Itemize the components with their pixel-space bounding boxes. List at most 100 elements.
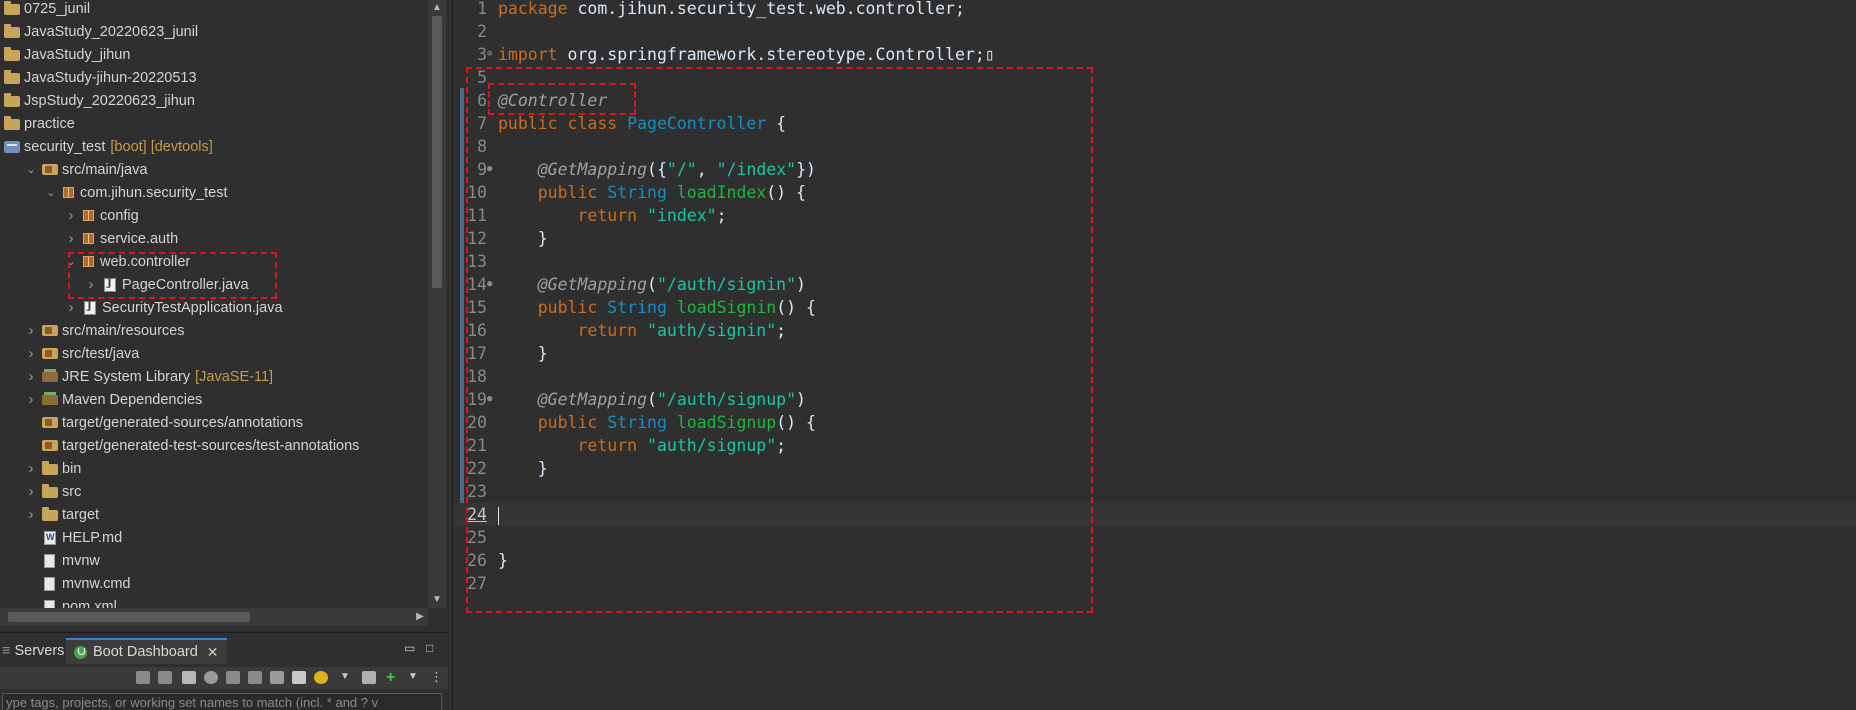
fold-expand-icon[interactable]: ⊕ <box>487 43 497 66</box>
tree-item[interactable]: mvnw.cmd <box>0 572 428 595</box>
tree-item[interactable]: › src/test/java <box>0 342 428 365</box>
chevron-right-icon[interactable]: › <box>64 207 78 224</box>
code-line[interactable]: 19 ● @GetMapping("/auth/signup") <box>453 388 1856 411</box>
open-console-icon[interactable] <box>226 671 240 684</box>
fold-collapse-icon[interactable]: ● <box>487 388 497 411</box>
chevron-right-icon[interactable]: › <box>24 345 38 362</box>
tree-item[interactable]: › SecurityTestApplication.java <box>0 296 428 319</box>
maximize-icon[interactable]: □ <box>426 641 433 655</box>
chevron-down-icon[interactable]: ▼ <box>340 671 350 684</box>
tree-item[interactable]: security_test [boot] [devtools] <box>0 135 428 158</box>
code-line[interactable]: 11 return "index"; <box>453 204 1856 227</box>
tree-item[interactable]: JavaStudy_jihun <box>0 43 428 66</box>
project-tree[interactable]: 0725_junil JavaStudy_20220623_junil JavaSt… <box>0 0 428 608</box>
code-line[interactable]: 9 ● @GetMapping({"/", "/index"}) <box>453 158 1856 181</box>
tree-item[interactable]: › JRE System Library [JavaSE-11] <box>0 365 428 388</box>
chevron-down-icon[interactable]: ▼ <box>408 671 418 684</box>
code-line[interactable]: 6 @Controller <box>453 89 1856 112</box>
open-browser-icon[interactable] <box>204 671 218 684</box>
tree-item[interactable]: › src/main/resources <box>0 319 428 342</box>
tree-item[interactable]: › target <box>0 503 428 526</box>
scrollbar-thumb[interactable] <box>432 16 442 288</box>
chevron-right-icon[interactable]: › <box>24 322 38 339</box>
lightbulb-icon[interactable] <box>314 671 328 684</box>
chevron-right-icon[interactable]: › <box>84 276 98 293</box>
code-line[interactable]: 1 package com.jihun.security_test.web.con… <box>453 0 1856 20</box>
view-menu-icon[interactable]: ⋮ <box>430 670 443 684</box>
code-line[interactable]: 13 <box>453 250 1856 273</box>
code-line[interactable]: 17 } <box>453 342 1856 365</box>
filter-input[interactable]: ype tags, projects, or working set names… <box>2 693 442 710</box>
tree-item[interactable]: › src <box>0 480 428 503</box>
code-line[interactable]: 23 <box>453 480 1856 503</box>
code-line[interactable]: 12 } <box>453 227 1856 250</box>
code-line[interactable]: 10 public String loadIndex() { <box>453 181 1856 204</box>
chevron-down-icon[interactable]: ⌄ <box>64 255 78 269</box>
chevron-right-icon[interactable]: › <box>24 506 38 523</box>
chevron-right-icon[interactable]: › <box>24 391 38 408</box>
scroll-right-icon[interactable]: ▶ <box>412 608 428 626</box>
code-line[interactable]: 24 <box>453 503 1856 526</box>
tree-item[interactable]: ⌄ com.jihun.security_test <box>0 181 428 204</box>
tree-item[interactable]: ⌄ web.controller <box>0 250 428 273</box>
code-line[interactable]: 22 } <box>453 457 1856 480</box>
add-icon[interactable]: + <box>386 670 400 686</box>
tree-item[interactable]: practice <box>0 112 428 135</box>
tree-item[interactable]: › config <box>0 204 428 227</box>
code-editor[interactable]: 1 package com.jihun.security_test.web.con… <box>452 0 1856 710</box>
tree-item[interactable]: JspStudy_20220623_jihun <box>0 89 428 112</box>
code-line[interactable]: 8 <box>453 135 1856 158</box>
code-line[interactable]: 3 ⊕ import org.springframework.stereotype.… <box>453 43 1856 66</box>
scroll-down-icon[interactable]: ▼ <box>428 592 446 608</box>
code-line[interactable]: 2 <box>453 20 1856 43</box>
fold-collapse-icon[interactable]: ● <box>487 158 497 181</box>
chevron-right-icon[interactable]: › <box>24 368 38 385</box>
debug-icon[interactable] <box>158 671 172 684</box>
chevron-down-icon[interactable]: ⌄ <box>44 186 58 200</box>
tree-item[interactable]: pom.xml <box>0 595 428 608</box>
tab-servers[interactable]: ≡ Servers <box>0 638 64 664</box>
code-line[interactable]: 16 return "auth/signin"; <box>453 319 1856 342</box>
refresh-icon[interactable] <box>248 671 262 684</box>
properties-icon[interactable] <box>292 671 306 684</box>
start-icon[interactable] <box>136 671 150 684</box>
close-icon[interactable]: ✕ <box>207 644 219 661</box>
code-line[interactable]: 21 return "auth/signup"; <box>453 434 1856 457</box>
tree-item[interactable]: › service.auth <box>0 227 428 250</box>
stop-icon[interactable] <box>182 671 196 684</box>
tree-item[interactable]: target/generated-sources/annotations <box>0 411 428 434</box>
tree-item[interactable]: 0725_junil <box>0 0 428 20</box>
chevron-down-icon[interactable]: ⌄ <box>24 163 38 177</box>
explorer-horizontal-scrollbar[interactable]: ▶ <box>0 608 428 626</box>
code-line[interactable]: 27 <box>453 572 1856 595</box>
code-line[interactable]: 25 <box>453 526 1856 549</box>
chevron-right-icon[interactable]: › <box>64 230 78 247</box>
tree-item[interactable]: ⌄ src/main/java <box>0 158 428 181</box>
tree-item[interactable]: › bin <box>0 457 428 480</box>
explorer-vertical-scrollbar[interactable]: ▲ ▼ <box>428 0 446 608</box>
code-line[interactable]: 5 <box>453 66 1856 89</box>
tree-item[interactable]: › PageController.java <box>0 273 428 296</box>
chevron-right-icon[interactable]: › <box>24 460 38 477</box>
filter-icon[interactable] <box>362 671 376 684</box>
chevron-right-icon[interactable]: › <box>24 483 38 500</box>
tree-item[interactable]: › Maven Dependencies <box>0 388 428 411</box>
tree-item[interactable]: mvnw <box>0 549 428 572</box>
tree-item[interactable]: HELP.md <box>0 526 428 549</box>
scrollbar-thumb[interactable] <box>8 612 250 622</box>
code-line[interactable]: 15 public String loadSignin() { <box>453 296 1856 319</box>
code-line[interactable]: 26} <box>453 549 1856 572</box>
minimize-icon[interactable]: ▭ <box>404 641 415 655</box>
tree-item[interactable]: target/generated-test-sources/test-annot… <box>0 434 428 457</box>
chevron-right-icon[interactable]: › <box>64 299 78 316</box>
tree-item[interactable]: JavaStudy_20220623_junil <box>0 20 428 43</box>
code-line[interactable]: 7 public class PageController { <box>453 112 1856 135</box>
code-line[interactable]: 20 public String loadSignup() { <box>453 411 1856 434</box>
scroll-up-icon[interactable]: ▲ <box>428 0 446 16</box>
edit-icon[interactable] <box>270 671 284 684</box>
fold-collapse-icon[interactable]: ● <box>487 273 497 296</box>
tree-item[interactable]: JavaStudy-jihun-20220513 <box>0 66 428 89</box>
code-line[interactable]: 14 ● @GetMapping("/auth/signin") <box>453 273 1856 296</box>
code-line[interactable]: 18 <box>453 365 1856 388</box>
tab-boot-dashboard[interactable]: Boot Dashboard ✕ <box>66 638 227 664</box>
